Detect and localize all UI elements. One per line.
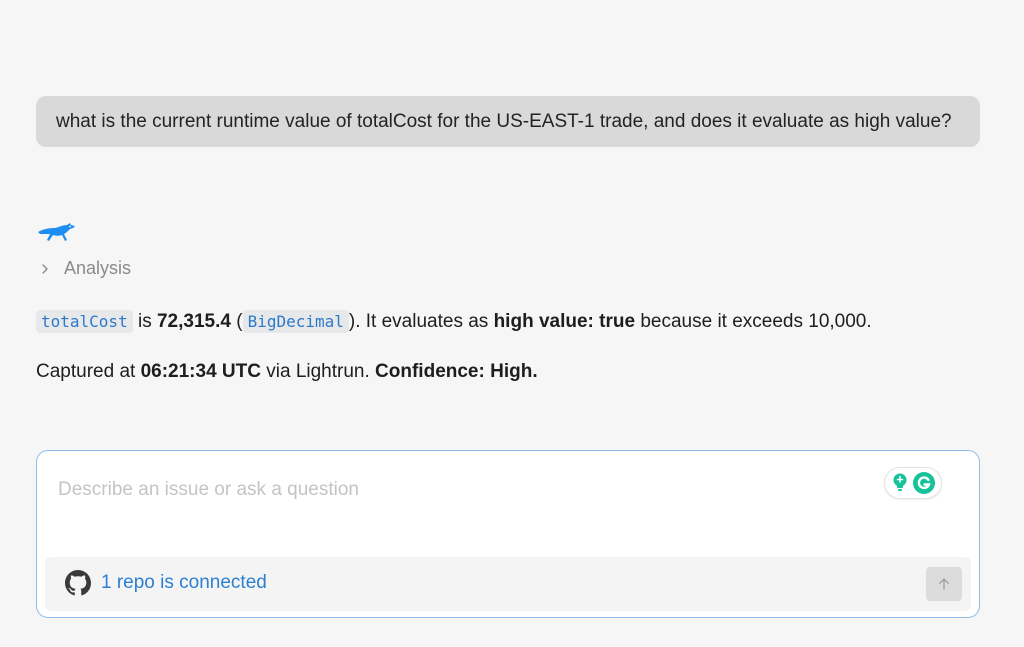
answer-close-text: ). It evaluates as: [348, 311, 494, 332]
repo-status-text: 1 repo is connected: [101, 572, 267, 593]
chat-page: what is the current runtime value of tot…: [0, 0, 1024, 647]
lightbulb-icon: [893, 473, 906, 491]
code-type-name: BigDecimal: [242, 310, 349, 333]
answer-is-text: is: [132, 311, 157, 332]
analysis-toggle[interactable]: Analysis: [38, 258, 131, 279]
grammarly-icon: [912, 472, 935, 494]
user-message-bubble: what is the current runtime value of tot…: [36, 96, 980, 147]
answer-line-1: totalCost is 72,315.4 (BigDecimal). It e…: [36, 310, 872, 333]
captured-time: 06:21:34 UTC: [140, 361, 261, 382]
user-message-text: what is the current runtime value of tot…: [56, 111, 952, 132]
answer-value: 72,315.4: [156, 311, 231, 332]
chevron-right-icon: [42, 263, 48, 274]
grammarly-widget[interactable]: [885, 468, 941, 498]
repo-connected-link[interactable]: 1 repo is connected: [65, 570, 267, 596]
message-composer: 1 repo is connected: [36, 450, 980, 618]
cheetah-logo-icon: [38, 223, 75, 241]
captured-middle: via Lightrun.: [260, 361, 376, 382]
analysis-label: Analysis: [64, 258, 132, 278]
captured-prefix: Captured at: [36, 361, 141, 382]
confidence-label: Confidence: High.: [375, 361, 538, 382]
answer-high-value: high value: true: [493, 311, 636, 332]
message-input[interactable]: [56, 477, 860, 521]
code-var-name: totalCost: [36, 310, 133, 333]
answer-line-2: Captured at 06:21:34 UTC via Lightrun. C…: [36, 361, 538, 383]
github-icon: [65, 570, 91, 596]
composer-footer: 1 repo is connected: [45, 557, 971, 611]
answer-open-paren: (: [230, 311, 243, 332]
send-button[interactable]: [926, 567, 962, 601]
arrow-up-icon: [939, 578, 949, 590]
answer-tail: because it exceeds 10,000.: [635, 311, 872, 332]
